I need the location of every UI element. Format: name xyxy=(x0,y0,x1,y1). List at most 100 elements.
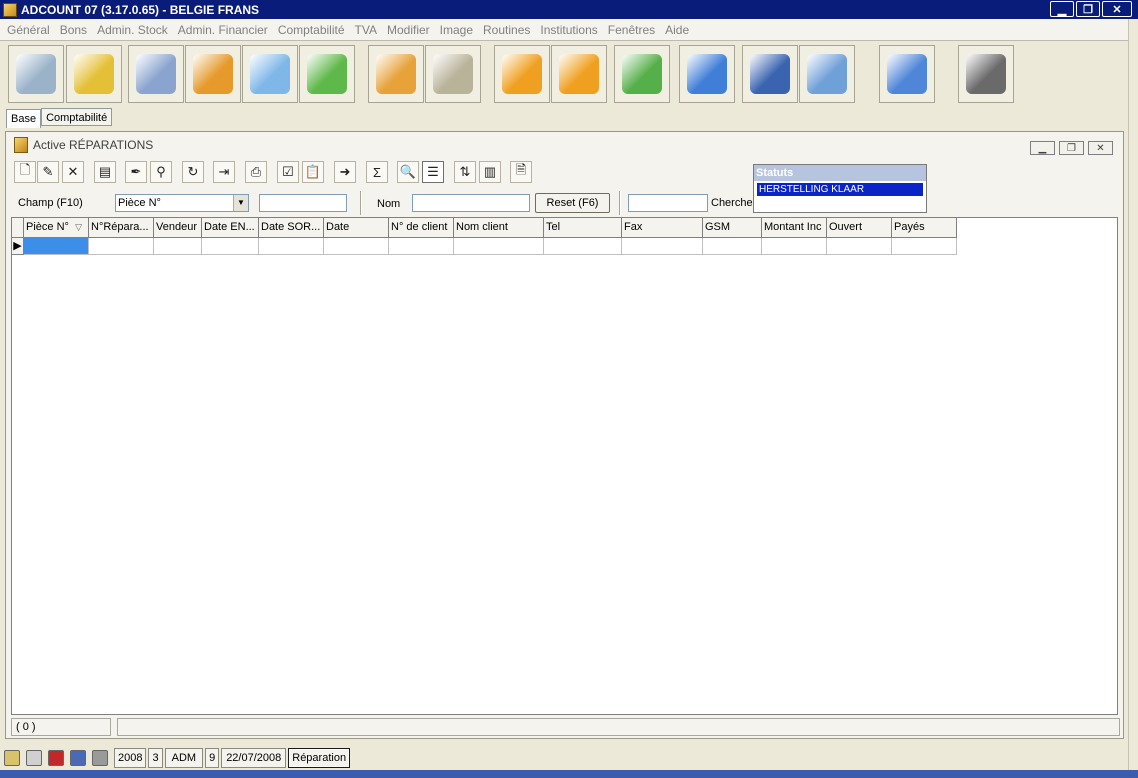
calendar-icon[interactable] xyxy=(70,750,86,766)
toolbar-button-upload[interactable] xyxy=(551,45,607,103)
toolbar-button-cart[interactable] xyxy=(8,45,64,103)
toolbar-button-binder[interactable] xyxy=(368,45,424,103)
champ-value-input[interactable] xyxy=(259,194,347,212)
close-button[interactable]: ✕ xyxy=(1102,1,1132,17)
clipboard-button[interactable]: 📋 xyxy=(302,161,324,183)
toolbar-button-book[interactable] xyxy=(299,45,355,103)
child-minimize-button[interactable]: ▁ xyxy=(1030,141,1055,155)
tab-base[interactable]: Base xyxy=(6,109,42,128)
column-header-fax[interactable]: Fax xyxy=(622,218,703,238)
properties-button[interactable]: ▤ xyxy=(94,161,116,183)
column-header-montant[interactable]: Montant Inc xyxy=(762,218,827,238)
child-restore-button[interactable]: ❐ xyxy=(1059,141,1084,155)
table-cell[interactable] xyxy=(827,238,892,255)
column-header-client-number[interactable]: N° de client xyxy=(389,218,454,238)
sum-button[interactable]: Σ xyxy=(366,161,388,183)
sort-button[interactable]: ⇅ xyxy=(454,161,476,183)
toolbar-button-lightbulb[interactable] xyxy=(879,45,935,103)
table-cell[interactable] xyxy=(202,238,259,255)
pen-button[interactable]: ✒ xyxy=(125,161,147,183)
column-header-gsm[interactable]: GSM xyxy=(703,218,762,238)
toolbox-icon[interactable] xyxy=(48,750,64,766)
toolbar-button-coins[interactable] xyxy=(66,45,122,103)
table-cell[interactable] xyxy=(454,238,544,255)
search-button[interactable]: ⚲ xyxy=(150,161,172,183)
table-row[interactable]: ▶ xyxy=(12,238,957,255)
menu-aide[interactable]: Aide xyxy=(660,23,694,37)
column-header-nom-client[interactable]: Nom client xyxy=(454,218,544,238)
export-button[interactable]: ➜ xyxy=(334,161,356,183)
page-button[interactable]: 🗎 xyxy=(510,161,532,183)
notes-icon[interactable] xyxy=(4,750,20,766)
table-cell[interactable] xyxy=(622,238,703,255)
chercher-button[interactable]: Chercher xyxy=(711,197,756,209)
toolbar-button-download[interactable] xyxy=(494,45,550,103)
toolbar-button-computer-gear[interactable] xyxy=(185,45,241,103)
column-header-tel[interactable]: Tel xyxy=(544,218,622,238)
checklist-button[interactable]: ☑ xyxy=(277,161,299,183)
column-header-date-sortie[interactable]: Date SOR... xyxy=(259,218,324,238)
delete-button[interactable]: ✕ xyxy=(62,161,84,183)
columns-button[interactable]: ▥ xyxy=(479,161,501,183)
toolbar-button-import[interactable] xyxy=(614,45,670,103)
table-cell[interactable] xyxy=(762,238,827,255)
table-cell[interactable] xyxy=(89,238,154,255)
new-button[interactable]: 🗋 xyxy=(14,161,36,183)
menu-fenetres[interactable]: Fenêtres xyxy=(603,23,660,37)
table-cell[interactable] xyxy=(259,238,324,255)
menu-modifier[interactable]: Modifier xyxy=(382,23,435,37)
edit-button[interactable]: ✎ xyxy=(37,161,59,183)
minimize-button[interactable]: ▁ xyxy=(1050,1,1074,17)
table-cell[interactable] xyxy=(324,238,389,255)
chevron-down-icon[interactable]: ▼ xyxy=(233,195,248,211)
table-cell[interactable] xyxy=(24,238,89,255)
menu-image[interactable]: Image xyxy=(435,23,478,37)
table-cell[interactable] xyxy=(389,238,454,255)
calculator-icon[interactable] xyxy=(92,750,108,766)
toolbar-button-user[interactable] xyxy=(742,45,798,103)
statuts-title: Statuts xyxy=(754,165,926,181)
table-cell[interactable] xyxy=(703,238,762,255)
pencil-icon[interactable] xyxy=(26,750,42,766)
restore-button[interactable]: ❐ xyxy=(1076,1,1100,17)
menu-routines[interactable]: Routines xyxy=(478,23,535,37)
menu-admin-stock[interactable]: Admin. Stock xyxy=(92,23,173,37)
column-header-payes[interactable]: Payés xyxy=(892,218,957,238)
zoom-button[interactable]: 🔍 xyxy=(397,161,419,183)
column-header-ouvert[interactable]: Ouvert xyxy=(827,218,892,238)
champ-select[interactable]: Pièce N° ▼ xyxy=(115,194,249,212)
column-header-piece[interactable]: Pièce N° ▽ xyxy=(24,218,89,238)
table-cell[interactable] xyxy=(544,238,622,255)
column-header-date[interactable]: Date xyxy=(324,218,389,238)
tab-comptabilite[interactable]: Comptabilité xyxy=(41,108,113,126)
column-header-reparation[interactable]: N°Répara... xyxy=(89,218,154,238)
nom-input[interactable] xyxy=(412,194,530,212)
reset-button[interactable]: Reset (F6) xyxy=(535,193,610,213)
list-view-button[interactable]: ☰ xyxy=(422,161,444,183)
refresh-button[interactable]: ↻ xyxy=(182,161,204,183)
table-cell[interactable] xyxy=(154,238,202,255)
toolbar-button-speaker[interactable] xyxy=(958,45,1014,103)
toolbar-button-truck[interactable] xyxy=(799,45,855,103)
menu-comptabilite[interactable]: Comptabilité xyxy=(273,23,350,37)
child-close-button[interactable]: ✕ xyxy=(1088,141,1113,155)
chercher-input[interactable] xyxy=(628,194,708,212)
computer-bulb-icon xyxy=(250,54,290,94)
table-cell[interactable] xyxy=(892,238,957,255)
toolbar-button-computer-bulb[interactable] xyxy=(242,45,298,103)
find-next-button[interactable]: ⇥ xyxy=(213,161,235,183)
toolbar-button-keys[interactable] xyxy=(425,45,481,103)
menu-admin-financier[interactable]: Admin. Financier xyxy=(173,23,273,37)
menu-bons[interactable]: Bons xyxy=(55,23,92,37)
menu-institutions[interactable]: Institutions xyxy=(535,23,602,37)
toolbar-button-settings[interactable] xyxy=(128,45,184,103)
statuts-item-selected[interactable]: HERSTELLING KLAAR xyxy=(757,183,923,196)
toolbar-button-window-download[interactable] xyxy=(679,45,735,103)
grid-header: Pièce N° ▽ N°Répara... Vendeur Date EN...… xyxy=(12,218,957,238)
settings-gear-icon xyxy=(136,54,176,94)
menu-general[interactable]: Général xyxy=(2,23,55,37)
print-button[interactable]: ⎙ xyxy=(245,161,267,183)
column-header-date-entree[interactable]: Date EN... xyxy=(202,218,259,238)
menu-tva[interactable]: TVA xyxy=(350,23,382,37)
column-header-vendeur[interactable]: Vendeur xyxy=(154,218,202,238)
